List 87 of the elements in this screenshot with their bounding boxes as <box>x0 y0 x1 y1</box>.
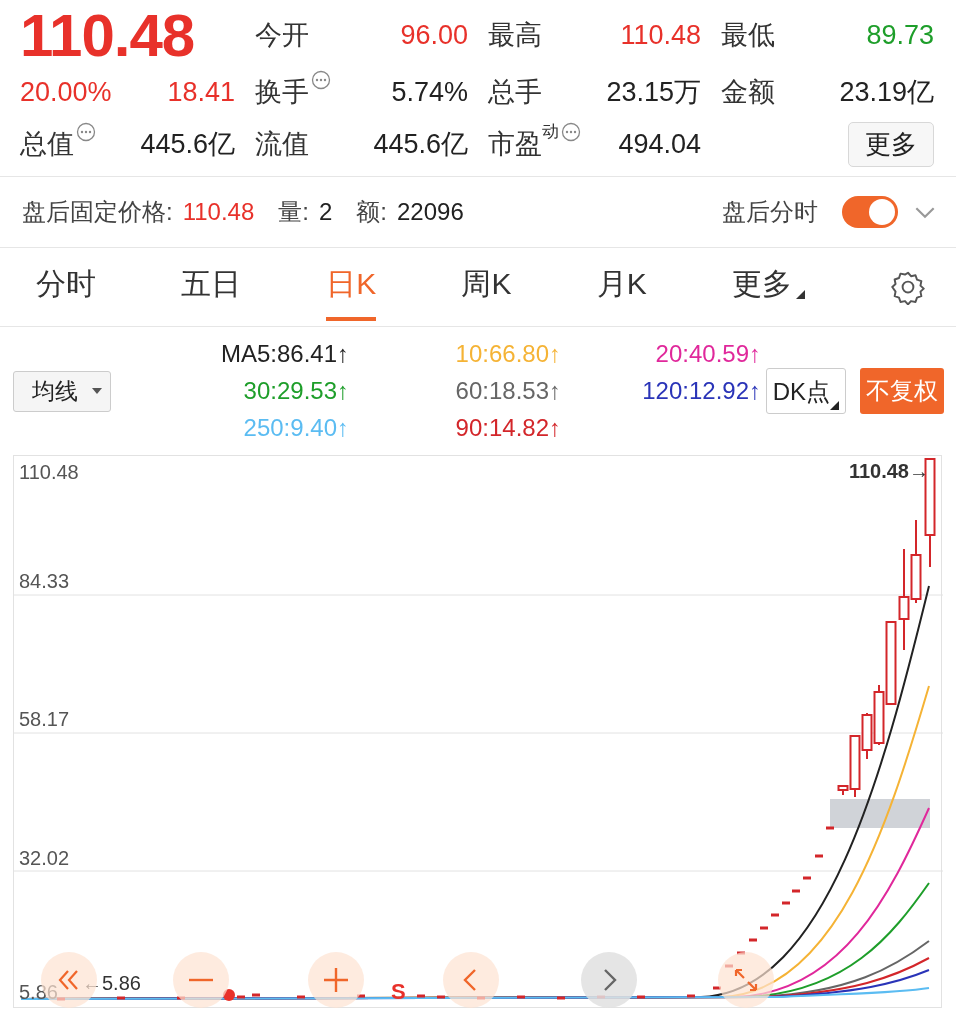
stat-label: 最高 <box>488 19 542 52</box>
flat-candle <box>760 926 768 930</box>
moving-average-value: 60:18.53↑ <box>454 377 561 405</box>
previous-button[interactable] <box>443 952 499 1008</box>
indicator-dropdown[interactable]: 均线 <box>13 370 111 412</box>
flat-candle <box>749 938 757 942</box>
high-price-marker: 110.48→ <box>848 460 929 483</box>
volume-value: 2 <box>318 198 333 226</box>
chevron-down-icon[interactable] <box>914 205 936 219</box>
stat-value: 96.00 <box>400 19 468 51</box>
flat-candle <box>237 995 245 999</box>
moving-average-value: 90:14.82↑ <box>454 414 561 442</box>
change-percent: 20.00% <box>20 76 112 108</box>
flat-candle <box>687 994 695 998</box>
stat-value: 445.6亿 <box>373 128 468 161</box>
chart-tab[interactable]: 月K <box>596 253 647 321</box>
toggle-label: 盘后分时 <box>722 197 818 227</box>
flat-candle <box>815 854 823 858</box>
after-hours-toggle[interactable] <box>842 196 898 228</box>
candlestick <box>861 712 873 760</box>
axis-label: 58.17 <box>19 708 70 731</box>
dropdown-triangle-icon <box>92 388 102 394</box>
zoom-in-button[interactable] <box>308 952 364 1008</box>
flat-candle <box>417 994 425 998</box>
after-hours-label: 盘后固定价格: <box>22 197 173 227</box>
stat-label: 今开 <box>255 19 309 52</box>
chart-tab[interactable]: 周K <box>461 253 512 321</box>
plus-icon <box>321 965 351 995</box>
low-price-marker: ←5.86 <box>82 972 141 995</box>
flat-candle <box>297 995 305 999</box>
chart-tab[interactable]: 分时 <box>36 253 96 321</box>
amount-label: 额: <box>356 197 387 227</box>
flat-candle <box>117 996 125 1000</box>
corner-triangle-icon <box>830 401 839 410</box>
dk-dropdown[interactable]: DK点 <box>765 368 846 414</box>
chart-tab[interactable]: 更多 <box>731 253 805 321</box>
stat-value: 23.19亿 <box>839 76 934 109</box>
stat-value: 89.73 <box>866 19 934 51</box>
moving-average-value: 20:40.59↑ <box>654 340 761 368</box>
axis-label: 110.48 <box>19 461 79 484</box>
info-icon[interactable] <box>561 122 581 142</box>
moving-average-value: 120:12.92↑ <box>641 377 761 405</box>
moving-average-value: MA5:86.41↑ <box>219 340 350 368</box>
moving-average-value: 10:66.80↑ <box>454 340 561 368</box>
stat-value: 110.48 <box>620 19 701 51</box>
flat-candle <box>517 995 525 999</box>
stat-label: 金额 <box>721 76 775 109</box>
minus-icon <box>186 978 216 982</box>
amount-value: 22096 <box>397 198 464 226</box>
info-icon[interactable] <box>76 122 96 142</box>
stat-value: 445.6亿 <box>140 128 235 161</box>
stat-value: 23.15万 <box>606 76 701 109</box>
flat-candle <box>637 995 645 999</box>
stat-label: 市盈 <box>488 129 542 161</box>
axis-label: 32.02 <box>19 847 70 870</box>
flat-candle <box>771 913 779 917</box>
next-button[interactable] <box>581 952 637 1008</box>
change-amount: 18.41 <box>167 76 235 108</box>
flat-candle <box>437 995 445 999</box>
stat-superscript: 动 <box>542 121 559 141</box>
moving-average-value: 250:9.40↑ <box>242 414 350 442</box>
flat-candle <box>782 901 790 905</box>
after-hours-price: 110.48 <box>182 198 255 226</box>
stat-label: 总值 <box>20 128 74 161</box>
flat-candle <box>826 826 834 830</box>
axis-label: 84.33 <box>19 570 70 593</box>
flat-candle <box>557 996 565 1000</box>
stat-value: 5.74% <box>391 76 468 108</box>
flat-candle <box>252 993 260 997</box>
volume-label: 量: <box>278 197 309 227</box>
flat-candle <box>792 889 800 893</box>
stat-label: 换手 <box>255 76 309 109</box>
candlestick <box>873 684 885 746</box>
stat-label: 总手 <box>488 76 542 109</box>
fullscreen-button[interactable] <box>718 952 774 1008</box>
stat-label: 最低 <box>721 19 775 52</box>
stat-label: 流值 <box>255 128 309 161</box>
settings-icon[interactable] <box>890 269 926 305</box>
more-button[interactable]: 更多 <box>848 121 934 167</box>
zoom-out-button[interactable] <box>173 952 229 1008</box>
last-price: 110.48 <box>20 0 195 70</box>
axis-label: 5.86 <box>19 981 58 1004</box>
chart-tab[interactable]: 五日 <box>181 253 242 321</box>
moving-average-value: 30:29.53↑ <box>242 377 350 405</box>
info-icon[interactable] <box>311 70 331 90</box>
flat-candle <box>803 876 811 880</box>
stat-value: 494.04 <box>618 128 701 160</box>
